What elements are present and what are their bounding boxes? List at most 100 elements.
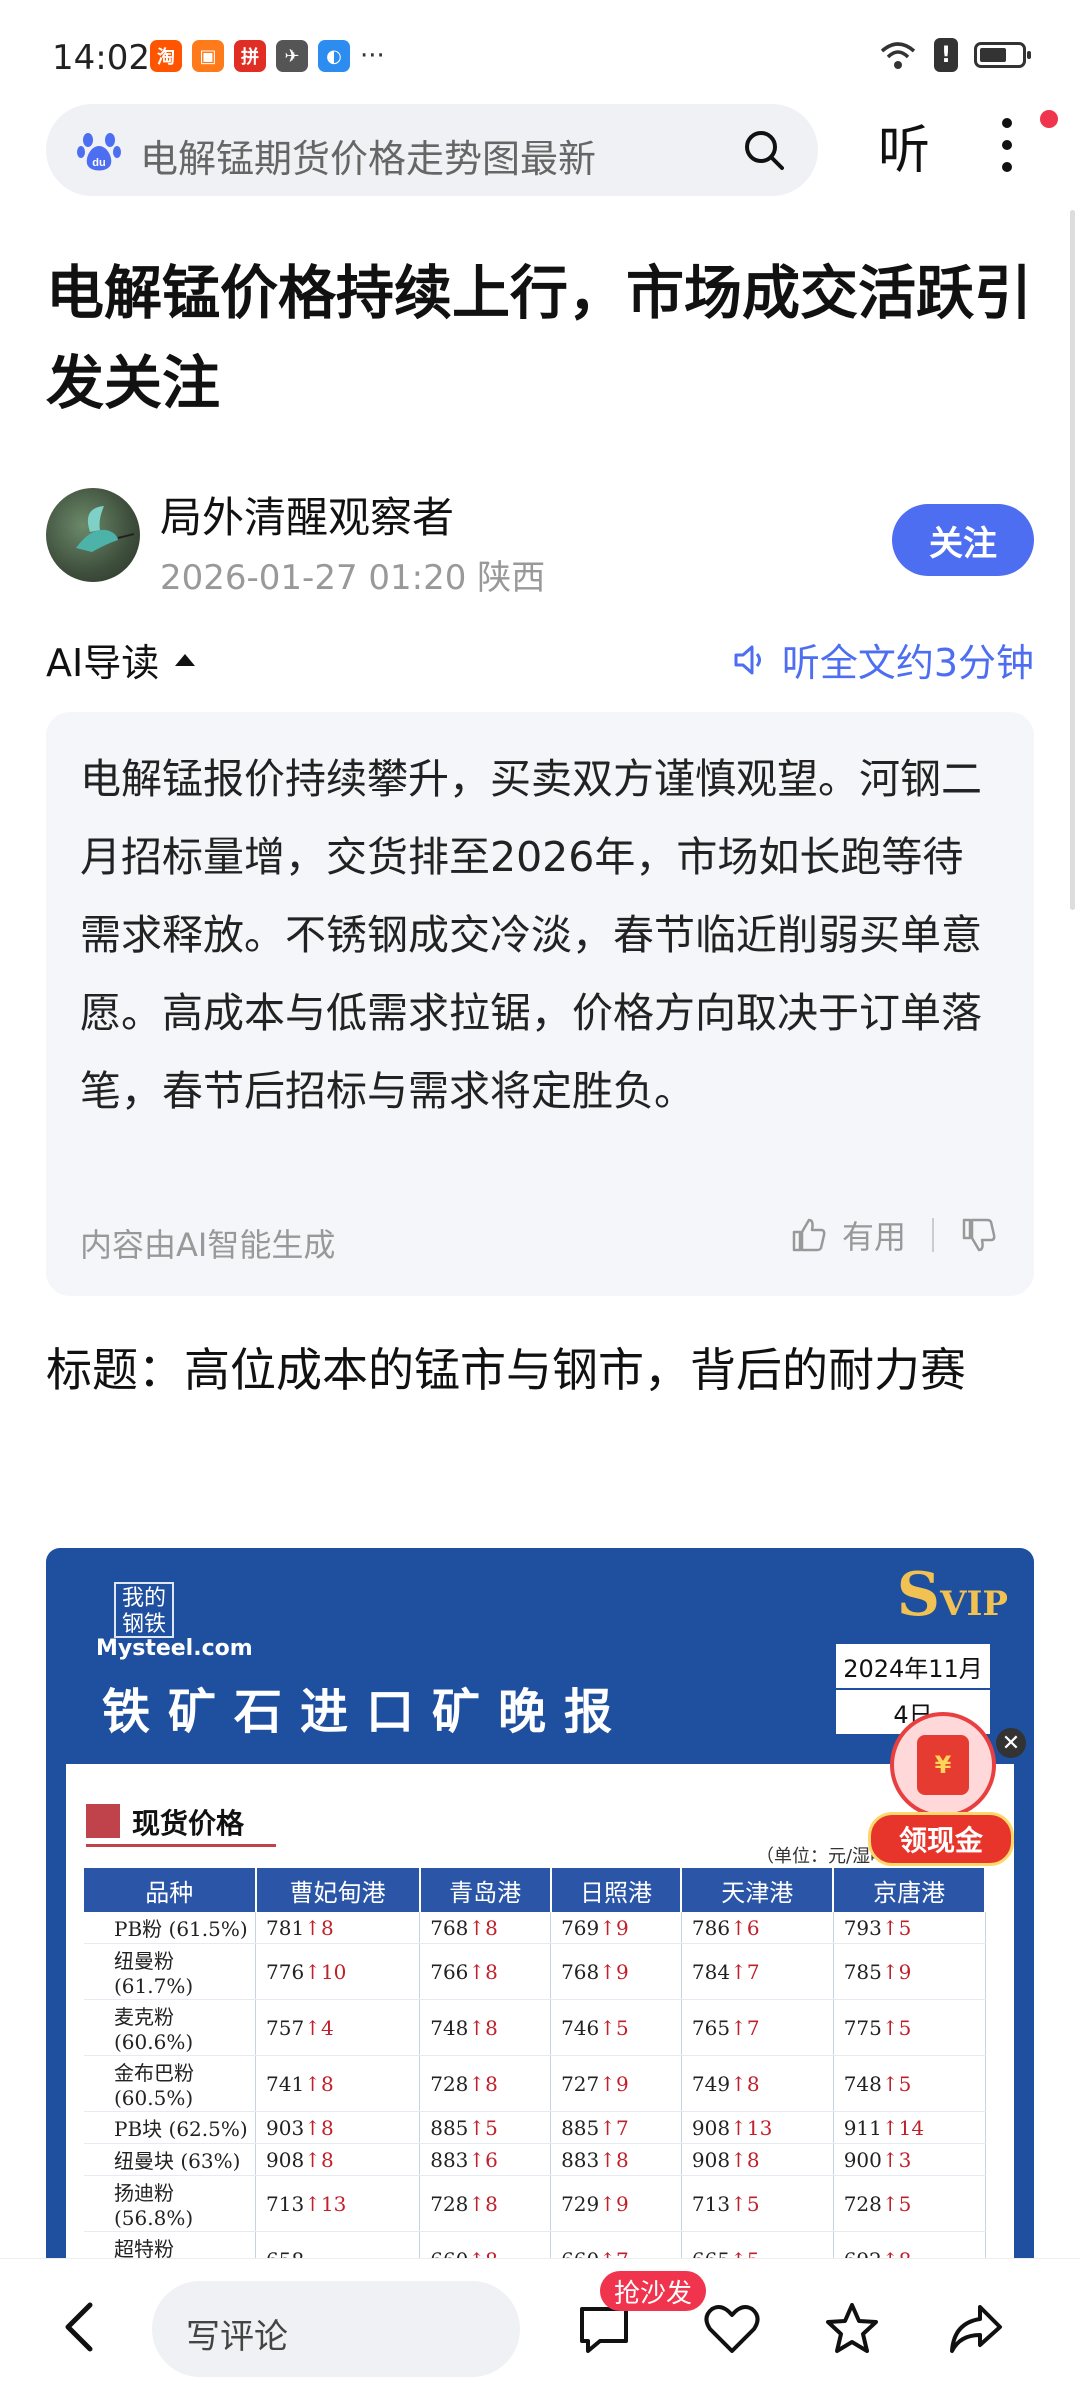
table-row: 扬迪粉 (56.8%) 713↑13 728↑8 729↑9 713↑5 728↑5 (84, 2175, 986, 2232)
price-value: 908 (691, 2115, 731, 2140)
price-value: 903 (266, 2115, 305, 2140)
section-title: 现货价格 (132, 1807, 245, 1840)
more-menu-icon[interactable] (1000, 118, 1014, 176)
listen-all-label: 听全文约3分钟 (781, 641, 1034, 685)
price-cell: 729↑9 (550, 2175, 682, 2232)
price-change: ↑5 (881, 1915, 912, 1940)
thumbs-down-icon[interactable] (960, 1216, 998, 1254)
red-packet-button[interactable]: ¥ (890, 1712, 996, 1818)
post-meta: 2026-01-27 01:20 陕西 (160, 558, 546, 598)
table-row: 麦克粉 (60.6%) 757↑4 748↑8 746↑5 765↑7 775↑5 (84, 1999, 986, 2056)
ai-summary-text: 电解锰报价持续攀升，买卖双方谨慎观望。河钢二月招标量增，交货排至2026年，市场… (80, 755, 982, 1115)
report-image[interactable]: 我的钢铁 Mysteel.com SVIP 2024年11月 4日 铁矿石进口矿… (46, 1548, 1034, 2268)
price-value: 768 (561, 1959, 600, 1984)
price-value: 728 (843, 2191, 882, 2216)
price-value: 728 (430, 2191, 469, 2216)
price-change: ↑7 (599, 2115, 629, 2140)
price-change: ↑8 (304, 2071, 334, 2096)
price-value: 749 (691, 2071, 731, 2096)
price-value: 748 (430, 2015, 469, 2040)
price-change: ↑13 (730, 2115, 773, 2140)
price-value: 781 (266, 1915, 305, 1940)
price-value: 766 (430, 1959, 469, 1984)
price-value: 765 (691, 2015, 731, 2040)
price-cell: 769↑9 (550, 1912, 682, 1944)
battery-level (980, 48, 1006, 62)
price-change: ↑8 (468, 1915, 498, 1940)
price-value: 768 (430, 1915, 469, 1940)
price-cell: 908↑13 (681, 2111, 834, 2144)
svip-badge: SVIP (896, 1560, 1008, 1630)
author-avatar[interactable] (46, 488, 140, 582)
price-cell: 713↑5 (681, 2175, 834, 2232)
listen-button[interactable]: 听 (878, 108, 930, 183)
follow-button[interactable]: 关注 (892, 504, 1034, 576)
table-row: 纽曼粉 (61.7%) 776↑10 766↑8 768↑9 784↑7 785↑9 (84, 1943, 986, 2000)
price-table: 品种 曹妃甸港 青岛港 日照港 天津港 京唐港 PB粉 (61.5%) 781↑8 768↑8… (84, 1868, 986, 2268)
price-change: ↑5 (468, 2115, 498, 2140)
price-value: 713 (266, 2191, 305, 2216)
wifi-icon (880, 42, 916, 69)
heart-icon[interactable] (702, 2299, 762, 2359)
price-cell: 885↑5 (419, 2111, 552, 2144)
report-date-month: 2024年11月 (836, 1644, 990, 1690)
claim-cash-button[interactable]: 领现金 (868, 1812, 1014, 1866)
price-change: ↑5 (730, 2191, 760, 2216)
price-change: ↑8 (599, 2147, 629, 2172)
back-arrow-icon[interactable] (56, 2297, 104, 2357)
price-change: ↑8 (304, 2115, 334, 2140)
notification-dot (1040, 110, 1058, 128)
table-header-cell: 日照港 (550, 1868, 683, 1912)
search-bar[interactable]: du 电解锰期货价格走势图最新 (46, 104, 818, 196)
useful-label[interactable]: 有用 (842, 1212, 906, 1258)
price-value: 776 (266, 1959, 305, 1984)
price-change: ↑6 (468, 2147, 498, 2172)
price-value: 741 (266, 2071, 305, 2096)
ore-name: 纽曼块 (63%) (84, 2143, 256, 2176)
listen-all-button[interactable]: 听全文约3分钟 (730, 632, 1034, 687)
send-icon: ✈ (276, 40, 308, 72)
author-name[interactable]: 局外清醒观察者 (160, 484, 454, 545)
price-change: ↑5 (881, 2191, 912, 2216)
share-icon[interactable] (946, 2299, 1006, 2359)
price-value: 793 (843, 1915, 882, 1940)
price-cell: 776↑10 (255, 1943, 421, 2000)
table-row: 纽曼块 (63%) 908↑8 883↑6 883↑8 908↑8 900↑3 (84, 2143, 986, 2176)
price-cell: 781↑8 (255, 1912, 421, 1944)
price-change: ↑5 (881, 2071, 912, 2096)
status-app-icons: 淘 ▣ 拼 ✈ ◐ ··· (150, 40, 385, 72)
price-cell: 903↑8 (255, 2111, 421, 2144)
price-change: ↑14 (881, 2115, 925, 2140)
section-marker (86, 1804, 120, 1838)
price-change: ↑8 (468, 2015, 498, 2040)
search-query[interactable]: 电解锰期货价格走势图最新 (140, 128, 596, 183)
ai-guide-toggle[interactable]: AI导读 (46, 632, 196, 687)
price-value: 911 (843, 2115, 882, 2140)
price-value: 775 (843, 2015, 882, 2040)
price-cell: 883↑8 (550, 2143, 682, 2176)
price-change: ↑6 (730, 1915, 760, 1940)
svg-text:du: du (92, 157, 105, 169)
close-icon[interactable]: ✕ (996, 1728, 1026, 1758)
thumbs-up-icon[interactable] (790, 1216, 828, 1254)
price-cell: 713↑13 (255, 2175, 421, 2232)
price-cell: 883↑6 (419, 2143, 552, 2176)
baidu-paw-icon: du (77, 133, 121, 171)
red-packet-icon: ¥ (917, 1735, 969, 1795)
article-title: 电解锰价格持续上行，市场成交活跃引发关注 (46, 259, 1033, 417)
battery-icon (974, 42, 1031, 68)
status-right: ! (878, 38, 1031, 72)
price-cell: 765↑7 (681, 1999, 834, 2056)
price-change: ↑9 (599, 1959, 629, 1984)
scrollbar[interactable] (1070, 210, 1075, 910)
price-value: 885 (561, 2115, 600, 2140)
bottom-bar: 写评论 抢沙发 (0, 2258, 1080, 2389)
comment-input[interactable]: 写评论 (152, 2281, 520, 2377)
comment-placeholder: 写评论 (186, 2317, 288, 2357)
price-value: 785 (843, 1959, 882, 1984)
speaker-icon (734, 645, 761, 674)
search-icon[interactable] (740, 126, 788, 174)
ai-summary-card: 电解锰报价持续攀升，买卖双方谨慎观望。河钢二月招标量增，交货排至2026年，市场… (46, 712, 1034, 1296)
taobao-icon: 淘 (150, 40, 182, 72)
star-icon[interactable] (822, 2299, 882, 2359)
